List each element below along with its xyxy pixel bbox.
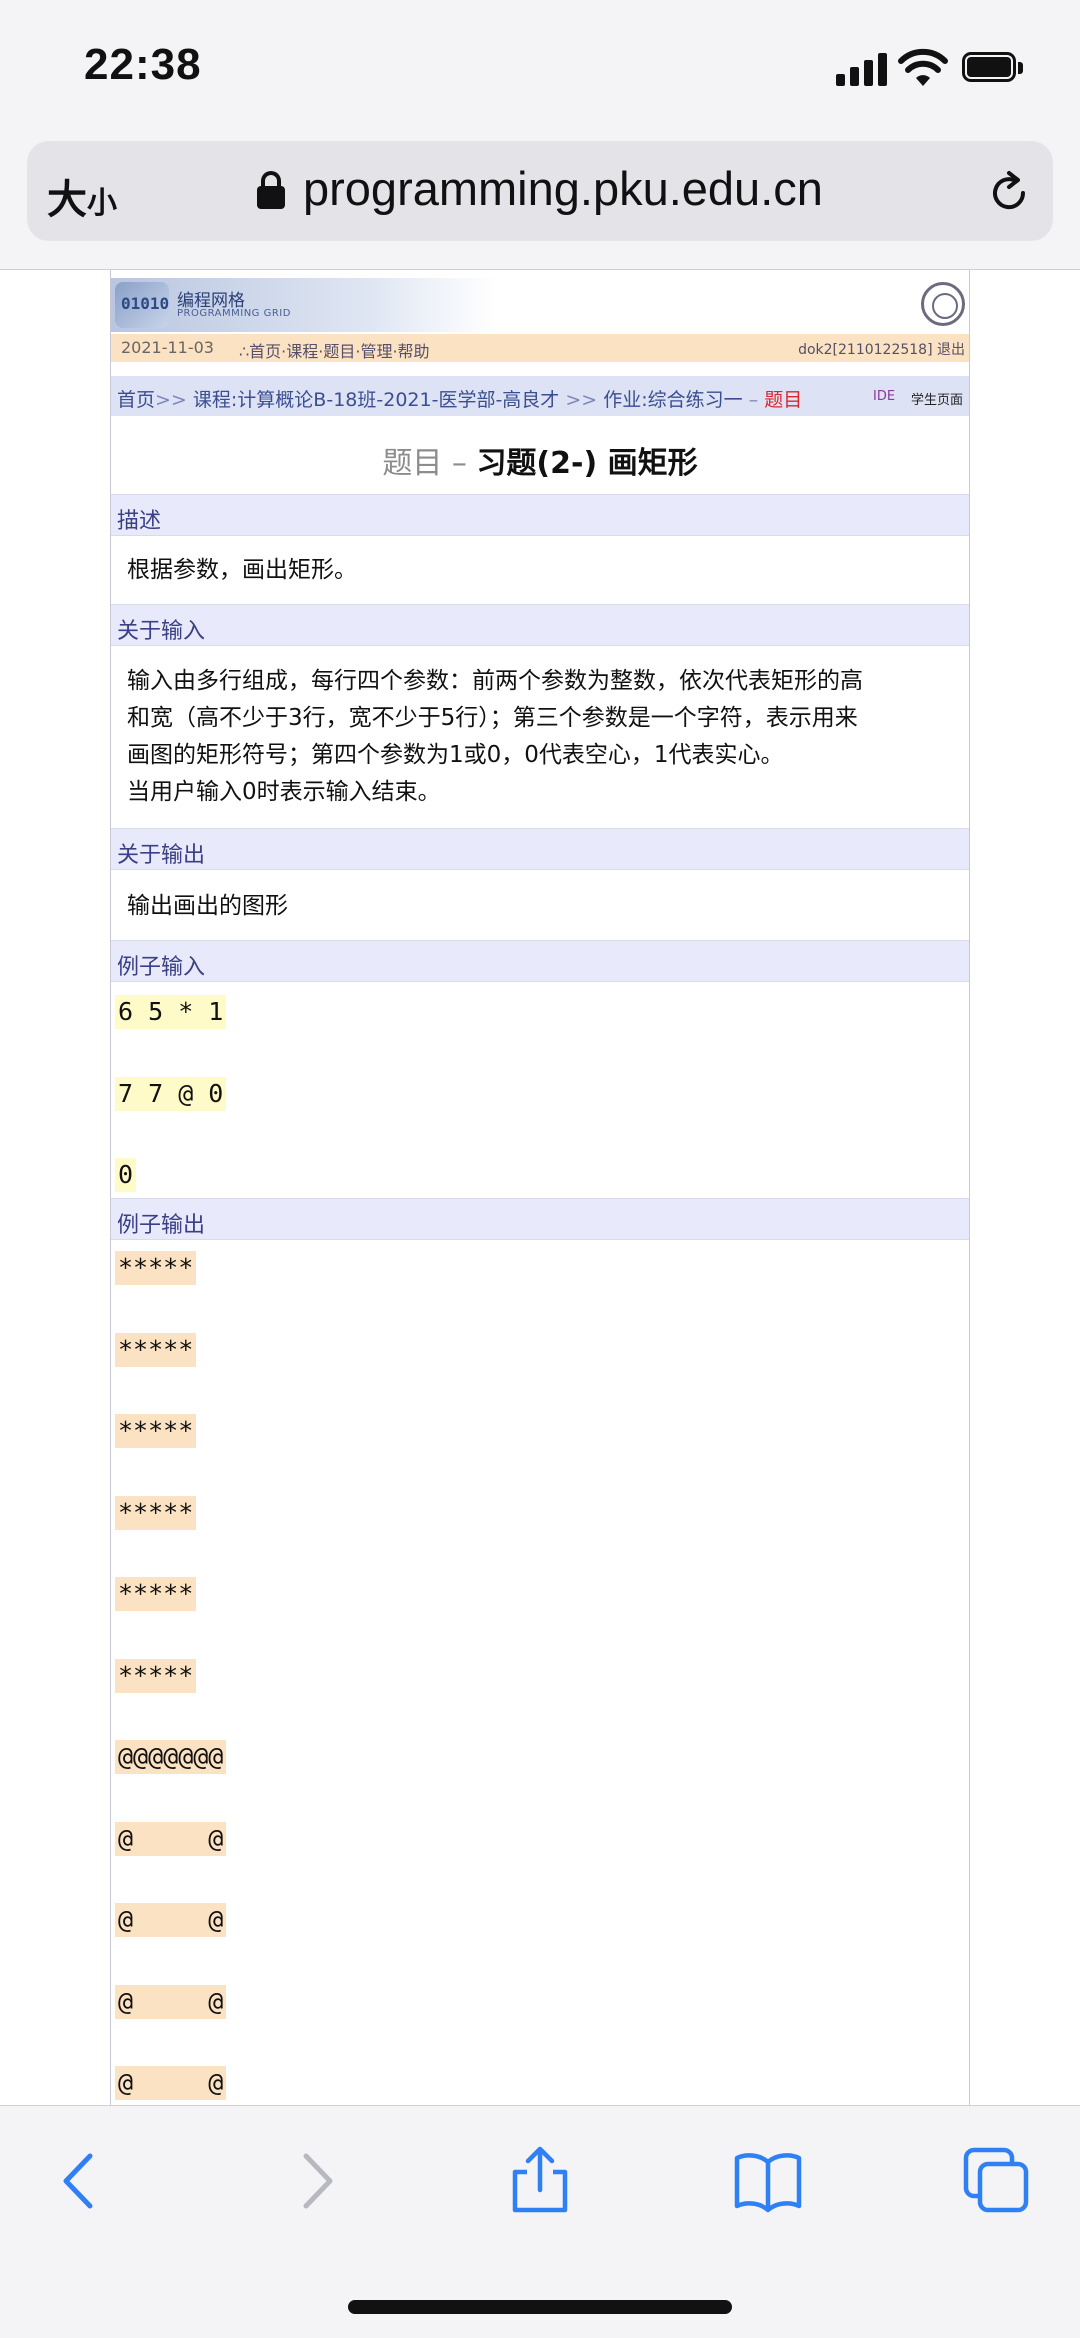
sample-input-line: 7 7 @ 0 — [115, 1077, 227, 1111]
site-logo[interactable]: 01010 — [115, 282, 169, 328]
sample-output-line: ***** — [115, 1577, 197, 1611]
top-nav: 2021-11-03 ∴首页·课程·题目·管理·帮助 dok2[21101225… — [111, 334, 969, 362]
student-page-link[interactable]: 学生页面 — [911, 389, 963, 408]
sample-output-line: ***** — [115, 1659, 197, 1693]
status-bar: 22:38 — [0, 0, 1080, 135]
home-indicator[interactable] — [348, 2300, 732, 2314]
sample-output-line: ***** — [115, 1414, 197, 1448]
address-bar[interactable]: 大小 programming.pku.edu.cn — [27, 141, 1053, 241]
logo-subtitle: PROGRAMMING GRID — [177, 308, 291, 319]
description-text: 根据参数，画出矩形。 — [127, 557, 357, 583]
bookmarks-icon[interactable] — [733, 2146, 803, 2216]
page-content: 01010 编程网格 PROGRAMMING GRID 2021-11-03 ∴… — [110, 270, 970, 2105]
title-prefix: 题目 – — [382, 446, 467, 481]
cellular-signal-icon — [836, 52, 888, 86]
nav-date: 2021-11-03 — [121, 338, 214, 357]
tabs-icon[interactable] — [962, 2146, 1032, 2216]
nav-links[interactable]: ∴首页·课程·题目·管理·帮助 — [239, 338, 430, 362]
ide-link[interactable]: IDE — [873, 389, 895, 404]
sample-output-line: @ @ — [115, 1903, 227, 1937]
output-description: 输出画出的图形 — [127, 893, 288, 919]
breadcrumb-current: 题目 — [764, 389, 803, 411]
page-title: 习题(2-) 画矩形 — [476, 446, 698, 481]
back-icon[interactable] — [46, 2146, 116, 2216]
sample-output-line: ***** — [115, 1496, 197, 1530]
sample-output-line: @ @ — [115, 2066, 227, 2100]
url-text[interactable]: programming.pku.edu.cn — [303, 161, 823, 216]
section-header-description: 描述 — [111, 494, 969, 536]
section-header-output: 关于输出 — [111, 828, 969, 870]
wifi-icon — [898, 48, 948, 86]
sample-output-line: ***** — [115, 1333, 197, 1367]
breadcrumb-home[interactable]: 首页 — [117, 389, 155, 411]
breadcrumb: 首页>> 课程:计算概论B-18班-2021-医学部-高良才 >> 作业:综合练… — [111, 376, 969, 416]
battery-icon — [962, 52, 1024, 84]
browser-toolbar — [0, 2105, 1080, 2338]
user-logout-link[interactable]: dok2[2110122518] 退出 — [798, 339, 965, 359]
sample-output-line: @@@@@@@ — [115, 1740, 227, 1774]
sample-output-line: @ @ — [115, 1822, 227, 1856]
problem-title-row: 题目 – 习题(2-) 画矩形 — [111, 420, 969, 495]
breadcrumb-course[interactable]: 课程:计算概论B-18班-2021-医学部-高良才 — [193, 389, 559, 411]
status-time: 22:38 — [84, 40, 202, 89]
breadcrumb-assignment[interactable]: 作业:综合练习一 — [603, 389, 742, 411]
web-page: 01010 编程网格 PROGRAMMING GRID 2021-11-03 ∴… — [0, 270, 1080, 2105]
section-header-sample-output: 例子输出 — [111, 1198, 969, 1240]
site-banner: 01010 编程网格 PROGRAMMING GRID — [111, 278, 969, 332]
sample-input-line: 6 5 * 1 — [115, 995, 227, 1029]
text-size-button[interactable]: 大小 — [47, 167, 117, 225]
lock-icon — [257, 171, 285, 209]
university-seal-icon — [921, 282, 965, 326]
section-header-input: 关于输入 — [111, 604, 969, 646]
sample-output-line: ***** — [115, 1251, 197, 1285]
reload-icon[interactable] — [985, 169, 1033, 217]
browser-address-area: 大小 programming.pku.edu.cn — [0, 135, 1080, 270]
share-icon[interactable] — [505, 2146, 575, 2216]
forward-icon[interactable] — [280, 2146, 350, 2216]
section-header-sample-input: 例子输入 — [111, 940, 969, 982]
sample-output-line: @ @ — [115, 1985, 227, 2019]
input-description: 输入由多行组成，每行四个参数：前两个参数为整数，依次代表矩形的高 和宽（高不少于… — [127, 668, 863, 805]
sample-input-line: 0 — [115, 1158, 137, 1192]
